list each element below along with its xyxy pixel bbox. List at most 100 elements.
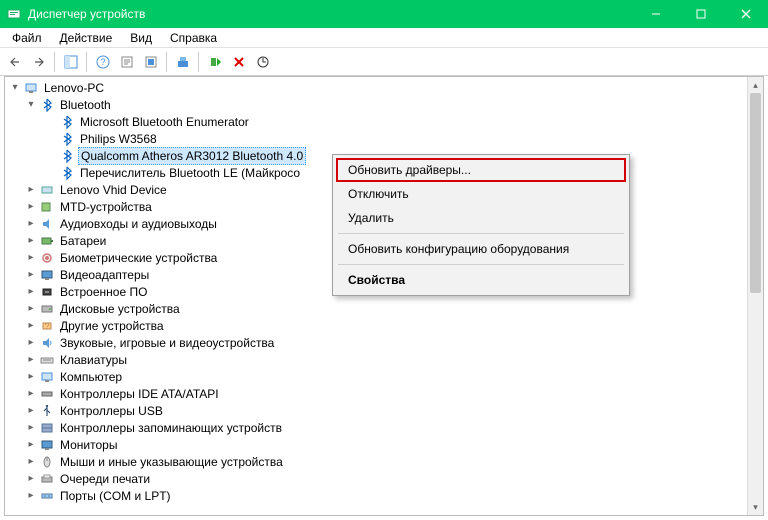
chevron-right-icon[interactable]: ▸ bbox=[25, 184, 37, 196]
tree-label: Контроллеры запоминающих устройств bbox=[58, 420, 284, 436]
biometric-icon bbox=[39, 250, 55, 266]
tree-label: Lenovo Vhid Device bbox=[58, 182, 169, 198]
chevron-right-icon[interactable]: ▸ bbox=[25, 371, 37, 383]
chevron-down-icon[interactable]: ▾ bbox=[25, 99, 37, 111]
enable-device-button[interactable] bbox=[204, 51, 226, 73]
app-icon bbox=[6, 6, 22, 22]
menu-action[interactable]: Действие bbox=[52, 29, 121, 47]
help-button[interactable]: ? bbox=[92, 51, 114, 73]
bluetooth-icon bbox=[59, 165, 75, 181]
chevron-right-icon[interactable]: ▸ bbox=[25, 388, 37, 400]
tree-category[interactable]: ▸ Очереди печати bbox=[5, 470, 763, 487]
maximize-button[interactable] bbox=[678, 0, 723, 28]
tree-category[interactable]: ▸ Контроллеры IDE ATA/ATAPI bbox=[5, 385, 763, 402]
keyboard-icon bbox=[39, 352, 55, 368]
tree-category[interactable]: ▸ Мониторы bbox=[5, 436, 763, 453]
context-separator bbox=[338, 264, 624, 265]
chevron-right-icon[interactable]: ▸ bbox=[25, 354, 37, 366]
window-title: Диспетчер устройств bbox=[28, 7, 633, 21]
chevron-right-icon[interactable]: ▸ bbox=[25, 490, 37, 502]
scroll-thumb[interactable] bbox=[750, 93, 761, 293]
tree-category[interactable]: ▸ ? Другие устройства bbox=[5, 317, 763, 334]
menu-view[interactable]: Вид bbox=[122, 29, 160, 47]
tree-category[interactable]: ▸ Порты (COM и LPT) bbox=[5, 487, 763, 504]
context-item-label: Свойства bbox=[348, 273, 405, 287]
toolbar-separator bbox=[54, 52, 56, 72]
port-icon bbox=[39, 488, 55, 504]
tree-category[interactable]: ▸ Клавиатуры bbox=[5, 351, 763, 368]
tree-label: Другие устройства bbox=[58, 318, 166, 334]
tree-label: Перечислитель Bluetooth LE (Майкросо bbox=[78, 165, 302, 181]
chevron-right-icon[interactable]: ▸ bbox=[25, 456, 37, 468]
chevron-right-icon[interactable]: ▸ bbox=[25, 286, 37, 298]
chevron-right-icon[interactable]: ▸ bbox=[25, 201, 37, 213]
tree-label: Порты (COM и LPT) bbox=[58, 488, 173, 504]
chevron-right-icon[interactable]: ▸ bbox=[25, 252, 37, 264]
context-disable[interactable]: Отключить bbox=[336, 182, 626, 206]
computer-icon bbox=[23, 80, 39, 96]
chevron-right-icon[interactable]: ▸ bbox=[25, 235, 37, 247]
context-item-label: Отключить bbox=[348, 187, 409, 201]
usb-icon bbox=[39, 403, 55, 419]
svg-text:?: ? bbox=[100, 57, 105, 67]
forward-button[interactable] bbox=[28, 51, 50, 73]
scroll-up-icon[interactable]: ▴ bbox=[748, 77, 763, 93]
menu-help[interactable]: Справка bbox=[162, 29, 225, 47]
other-device-icon: ? bbox=[39, 318, 55, 334]
display-icon bbox=[39, 267, 55, 283]
chevron-right-icon[interactable]: ▸ bbox=[25, 269, 37, 281]
back-button[interactable] bbox=[4, 51, 26, 73]
menu-file[interactable]: Файл bbox=[4, 29, 50, 47]
tree-root[interactable]: ▾ Lenovo-PC bbox=[5, 79, 763, 96]
chevron-right-icon[interactable]: ▸ bbox=[25, 422, 37, 434]
tree-label: Звуковые, игровые и видеоустройства bbox=[58, 335, 276, 351]
details-button[interactable] bbox=[140, 51, 162, 73]
svg-text:?: ? bbox=[45, 322, 50, 331]
tree-label: Мыши и иные указывающие устройства bbox=[58, 454, 285, 470]
context-uninstall[interactable]: Удалить bbox=[336, 206, 626, 230]
chevron-right-icon[interactable]: ▸ bbox=[25, 337, 37, 349]
toolbar: ? bbox=[0, 48, 768, 76]
tree-label: Qualcomm Atheros AR3012 Bluetooth 4.0 bbox=[78, 147, 306, 165]
device-tree-panel: ▾ Lenovo-PC ▾ Bluetooth Microsoft Blueto… bbox=[4, 76, 764, 516]
scan-hardware-button[interactable] bbox=[252, 51, 274, 73]
scroll-down-icon[interactable]: ▾ bbox=[748, 499, 763, 515]
minimize-button[interactable] bbox=[633, 0, 678, 28]
bluetooth-icon bbox=[59, 131, 75, 147]
chevron-right-icon[interactable]: ▸ bbox=[25, 473, 37, 485]
show-hide-tree-button[interactable] bbox=[60, 51, 82, 73]
tree-label: Bluetooth bbox=[58, 97, 113, 113]
tree-label: Видеоадаптеры bbox=[58, 267, 151, 283]
update-driver-button[interactable] bbox=[172, 51, 194, 73]
sound-icon bbox=[39, 335, 55, 351]
chevron-right-icon[interactable]: ▸ bbox=[25, 303, 37, 315]
tree-category[interactable]: ▸ Звуковые, игровые и видеоустройства bbox=[5, 334, 763, 351]
tree-category[interactable]: ▸ Контроллеры запоминающих устройств bbox=[5, 419, 763, 436]
chevron-right-icon[interactable]: ▸ bbox=[25, 320, 37, 332]
chevron-right-icon[interactable]: ▸ bbox=[25, 439, 37, 451]
tree-label: Lenovo-PC bbox=[42, 80, 106, 96]
properties-button[interactable] bbox=[116, 51, 138, 73]
context-update-drivers[interactable]: Обновить драйверы... bbox=[336, 158, 626, 182]
context-properties[interactable]: Свойства bbox=[336, 268, 626, 292]
tree-category-bluetooth[interactable]: ▾ Bluetooth bbox=[5, 96, 763, 113]
close-button[interactable] bbox=[723, 0, 768, 28]
tree-label: Очереди печати bbox=[58, 471, 152, 487]
context-item-label: Обновить драйверы... bbox=[348, 163, 471, 177]
chevron-down-icon[interactable]: ▾ bbox=[9, 82, 21, 94]
tree-category[interactable]: ▸ Мыши и иные указывающие устройства bbox=[5, 453, 763, 470]
tree-device[interactable]: Philips W3568 bbox=[5, 130, 763, 147]
vertical-scrollbar[interactable]: ▴ ▾ bbox=[747, 77, 763, 515]
chevron-right-icon[interactable]: ▸ bbox=[25, 218, 37, 230]
tree-device[interactable]: Microsoft Bluetooth Enumerator bbox=[5, 113, 763, 130]
tree-category[interactable]: ▸ Компьютер bbox=[5, 368, 763, 385]
chevron-right-icon[interactable]: ▸ bbox=[25, 405, 37, 417]
context-scan-hardware[interactable]: Обновить конфигурацию оборудования bbox=[336, 237, 626, 261]
tree-label: Компьютер bbox=[58, 369, 124, 385]
tree-category[interactable]: ▸ Дисковые устройства bbox=[5, 300, 763, 317]
window-titlebar: Диспетчер устройств bbox=[0, 0, 768, 28]
tree-category[interactable]: ▸ Контроллеры USB bbox=[5, 402, 763, 419]
tree-label: Клавиатуры bbox=[58, 352, 129, 368]
tree-label: Дисковые устройства bbox=[58, 301, 182, 317]
uninstall-button[interactable] bbox=[228, 51, 250, 73]
